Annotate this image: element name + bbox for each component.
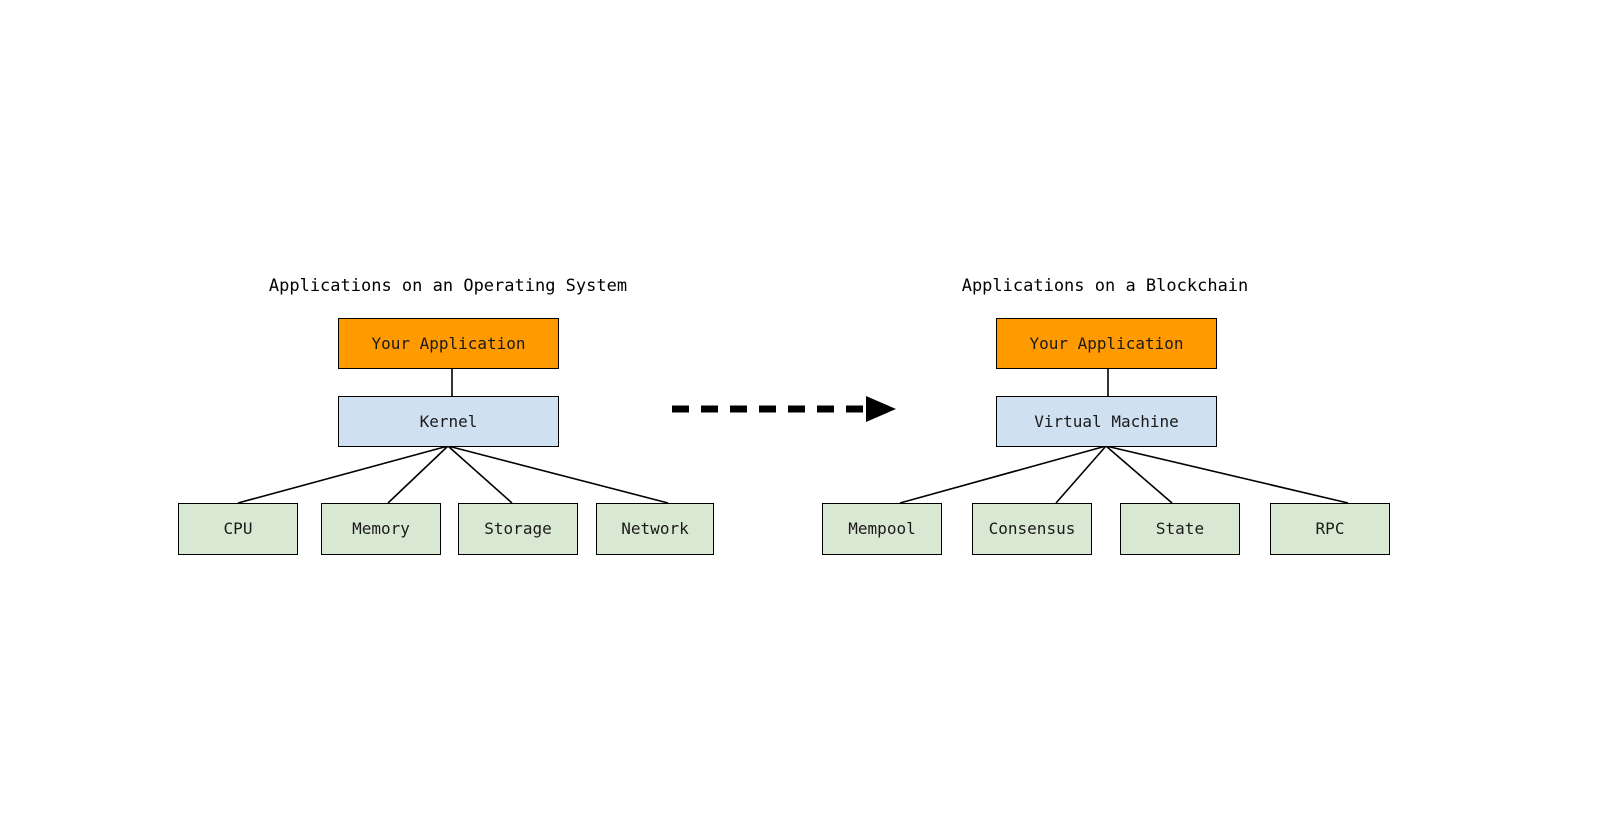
node-network[interactable]: Network xyxy=(596,503,714,555)
panel-title-blockchain: Applications on a Blockchain xyxy=(961,276,1249,296)
connector-layer xyxy=(237,368,1349,504)
node-consensus[interactable]: Consensus xyxy=(972,503,1092,555)
node-kernel[interactable]: Kernel xyxy=(338,396,559,447)
node-your-application-os[interactable]: Your Application xyxy=(338,318,559,369)
node-virtual-machine[interactable]: Virtual Machine xyxy=(996,396,1217,447)
edge-kernel-to-network xyxy=(447,445,669,504)
edge-vm-to-mempool xyxy=(899,445,1107,504)
edge-kernel-to-storage xyxy=(447,445,513,504)
dashed-right-arrow-icon xyxy=(672,396,896,422)
diagram-canvas: Applications on an Operating System Your… xyxy=(0,0,1600,836)
node-rpc[interactable]: RPC xyxy=(1270,503,1390,555)
node-state[interactable]: State xyxy=(1120,503,1240,555)
node-your-application-blockchain[interactable]: Your Application xyxy=(996,318,1217,369)
edge-vm-to-consensus xyxy=(1055,445,1107,504)
node-mempool[interactable]: Mempool xyxy=(822,503,942,555)
node-memory[interactable]: Memory xyxy=(321,503,441,555)
panel-title-operating-system: Applications on an Operating System xyxy=(268,276,628,296)
edge-kernel-to-cpu xyxy=(237,445,449,504)
edge-vm-to-rpc xyxy=(1105,445,1349,504)
edge-vm-to-state xyxy=(1105,445,1173,504)
node-storage[interactable]: Storage xyxy=(458,503,578,555)
node-cpu[interactable]: CPU xyxy=(178,503,298,555)
edge-kernel-to-memory xyxy=(387,445,449,504)
